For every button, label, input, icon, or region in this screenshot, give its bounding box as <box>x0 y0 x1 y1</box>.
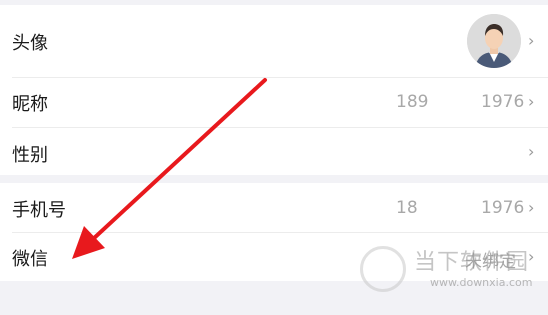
wechat-row[interactable]: 微信 未绑定 › <box>0 233 548 281</box>
phone-chevron-icon: › <box>528 198 535 217</box>
avatar-chevron-icon: › <box>528 31 535 50</box>
nickname-label: 昵称 <box>12 94 48 115</box>
wechat-chevron-icon: › <box>528 247 535 266</box>
profile-group-contact: 手机号 18 1976 › 微信 未绑定 › <box>0 183 548 281</box>
nickname-value-part2: 1976 <box>481 92 525 112</box>
profile-settings-screen: 头像 › 昵称 189 1976 › 性别 › 手机号 18 1976 › 微信… <box>0 0 548 315</box>
nickname-chevron-icon: › <box>528 92 535 111</box>
phone-row[interactable]: 手机号 18 1976 › <box>0 183 548 232</box>
gender-row[interactable]: 性别 › <box>0 128 548 175</box>
wechat-label: 微信 <box>12 249 48 270</box>
nickname-row[interactable]: 昵称 189 1976 › <box>0 78 548 127</box>
avatar-label: 头像 <box>12 33 48 54</box>
gender-chevron-icon: › <box>528 142 535 161</box>
phone-value-part2: 1976 <box>481 198 525 218</box>
wechat-value: 未绑定 <box>465 252 516 272</box>
profile-group-basic: 头像 › 昵称 189 1976 › 性别 › <box>0 5 548 175</box>
phone-label: 手机号 <box>12 200 66 221</box>
gender-label: 性别 <box>12 145 48 166</box>
avatar-row[interactable]: 头像 › <box>0 5 548 77</box>
avatar-person-icon <box>467 14 521 68</box>
phone-value-part1: 18 <box>396 198 418 218</box>
nickname-value-part1: 189 <box>396 92 429 112</box>
avatar-image[interactable] <box>467 14 521 68</box>
